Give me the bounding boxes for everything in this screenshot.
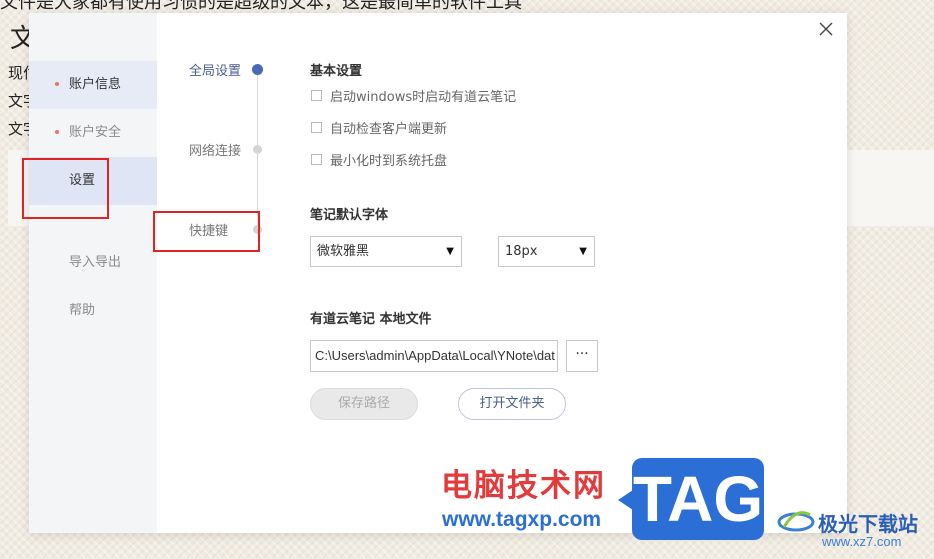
dropdown-arrow-icon: ▼ <box>579 246 587 257</box>
sidebar-item-help[interactable]: 帮助 <box>29 287 157 335</box>
background-top-text: 文件是大家都有使用习惯的是超级的文本，这是最简单的软件工具 <box>0 0 522 13</box>
select-value: 微软雅黑 <box>317 244 370 259</box>
option-label: 最小化时到系统托盘 <box>330 154 448 169</box>
settings-dialog: 账户信息 账户安全 设置 导入导出 帮助 全局设置 网络连接 快捷键 基本设置 … <box>29 13 847 533</box>
watermark-site-name: 极光下载站 <box>818 512 918 536</box>
watermark-tag-logo: TAG <box>632 458 764 540</box>
sidebar-item-label: 帮助 <box>69 303 96 318</box>
checkbox[interactable] <box>311 154 322 165</box>
path-input[interactable]: C:\Users\admin\AppData\Local\YNote\dat <box>310 340 558 372</box>
sidebar-item-label: 导入导出 <box>69 255 122 270</box>
option-label: 启动windows时启动有道云笔记 <box>330 90 517 105</box>
bullet-icon <box>55 82 59 86</box>
bullet-icon <box>55 130 59 134</box>
option-label: 自动检查客户端更新 <box>330 122 448 137</box>
checkbox[interactable] <box>311 90 322 101</box>
startup-option[interactable]: 启动windows时启动有道云笔记 <box>311 86 516 105</box>
storage-title: 有道云笔记 本地文件 <box>310 312 432 327</box>
watermark-url: www.tagxp.com <box>442 508 602 531</box>
sidebar-item-import-export[interactable]: 导入导出 <box>29 239 157 287</box>
nav-active-dot-icon <box>252 64 263 75</box>
watermark-tag-tail <box>618 490 633 510</box>
sidebar-item-label: 账户信息 <box>69 77 122 92</box>
tab-network[interactable]: 网络连接 <box>189 140 241 159</box>
sidebar: 账户信息 账户安全 设置 导入导出 帮助 <box>29 13 157 533</box>
highlight-box-shortcuts <box>153 211 260 252</box>
tab-global-settings[interactable]: 全局设置 <box>189 60 241 79</box>
open-folder-button[interactable]: 打开文件夹 <box>458 388 566 420</box>
font-title: 笔记默认字体 <box>310 208 389 223</box>
sidebar-item-account-info[interactable]: 账户信息 <box>29 61 157 109</box>
highlight-box-settings <box>22 158 109 219</box>
font-size-select[interactable]: 18px ▼ <box>498 236 595 267</box>
sidebar-item-account-security[interactable]: 账户安全 <box>29 109 157 157</box>
browse-button[interactable]: ··· <box>566 340 598 372</box>
nav-dot-icon <box>253 145 262 154</box>
sidebar-item-label: 账户安全 <box>69 125 122 140</box>
auto-update-option[interactable]: 自动检查客户端更新 <box>311 118 447 137</box>
close-icon[interactable] <box>817 20 835 38</box>
select-value: 18px <box>505 244 538 259</box>
basic-settings-title: 基本设置 <box>310 64 363 79</box>
aurora-logo-icon <box>776 505 816 535</box>
font-family-select[interactable]: 微软雅黑 ▼ <box>310 236 462 267</box>
watermark-text: 电脑技术网 <box>441 468 606 504</box>
minimize-tray-option[interactable]: 最小化时到系统托盘 <box>311 150 447 169</box>
checkbox[interactable] <box>311 122 322 133</box>
dropdown-arrow-icon: ▼ <box>446 246 454 257</box>
watermark-site-url: www.xz7.com <box>822 534 902 549</box>
save-path-button[interactable]: 保存路径 <box>310 388 418 420</box>
